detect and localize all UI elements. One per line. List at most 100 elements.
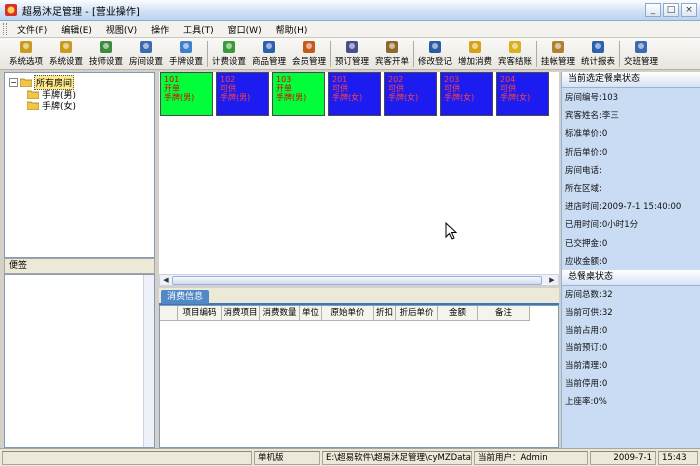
maximize-button[interactable]: □ xyxy=(663,3,679,17)
toolbar-button-label: 商品管理 xyxy=(251,57,286,67)
room-number: 102 xyxy=(220,75,236,84)
toolbar-button-6[interactable]: 商品管理 xyxy=(249,39,289,69)
note-scrollbar[interactable] xyxy=(143,275,154,447)
toolbar-button-label: 增加消费 xyxy=(457,57,492,67)
room-tile[interactable]: 203 可供 手牌(女) xyxy=(440,72,493,116)
status-data-path: E:\超易软件\超易沐足管理\cyMZData.sys xyxy=(322,451,472,465)
room-status-field: 房间电话: xyxy=(565,165,602,176)
column-header[interactable]: 消费数量 xyxy=(260,306,300,321)
room-status: 可供 xyxy=(388,84,404,93)
status-user: 当前用户：Admin xyxy=(474,451,588,465)
room-type: 手牌(男) xyxy=(220,93,251,102)
room-type: 手牌(男) xyxy=(164,93,195,102)
room-status: 可供 xyxy=(444,84,460,93)
scroll-thumb[interactable] xyxy=(172,276,542,285)
tree-root[interactable]: − 所有房间 xyxy=(9,74,75,90)
tab-consumption[interactable]: 消费信息 xyxy=(161,290,210,304)
room-tile[interactable]: 201 可供 手牌(女) xyxy=(328,72,381,116)
minimize-button[interactable]: _ xyxy=(645,3,661,17)
column-header[interactable]: 原始单价 xyxy=(322,306,374,321)
menu-operation[interactable]: 操作 xyxy=(145,23,177,36)
rooms-area: 204 可供 手牌(女) 203 可供 手牌(女) 202 可供 手牌(女) 201 可供 手牌(女)… xyxy=(159,72,559,286)
toolbar-button-7[interactable]: 会员管理 xyxy=(289,39,329,69)
toolbar-button-11[interactable]: 增加消费 xyxy=(455,39,495,69)
toolbar-button-14[interactable]: 统计报表 xyxy=(578,39,618,69)
column-header[interactable]: 备注 xyxy=(478,306,530,321)
overall-status-field: 当前可供:32 xyxy=(565,307,613,318)
toolbar-button-2[interactable]: 技师设置 xyxy=(86,39,126,69)
column-header[interactable]: 单位 xyxy=(300,306,322,321)
toolbar-button-10[interactable]: 修改登记 xyxy=(415,39,455,69)
toolbar-separator xyxy=(536,41,537,67)
key-icon xyxy=(20,41,32,53)
menu-window[interactable]: 窗口(W) xyxy=(222,23,270,36)
menu-help[interactable]: 帮助(H) xyxy=(270,23,316,36)
room-status-field: 应收金额:0 xyxy=(565,256,608,267)
toolbar-button-13[interactable]: 挂帐管理 xyxy=(538,39,578,69)
note-textarea[interactable] xyxy=(4,274,155,448)
room-number: 204 xyxy=(500,75,516,84)
toolbar-separator xyxy=(330,41,331,67)
title-bar: 超易沐足管理 - [营业操作] _ □ × xyxy=(0,0,700,21)
toolbar-button-5[interactable]: 计费设置 xyxy=(209,39,249,69)
room-status-field: 房间编号:103 xyxy=(565,93,619,103)
member-icon xyxy=(303,41,315,53)
room-status: 可供 xyxy=(220,84,236,93)
room-tile[interactable]: 103 开单 手牌(男) xyxy=(272,72,325,116)
toolbar-button-15[interactable]: 交班管理 xyxy=(621,39,661,69)
toolbar-button-12[interactable]: 宾客结账 xyxy=(495,39,535,69)
folder-icon xyxy=(20,78,32,87)
toolbar-button-3[interactable]: 房间设置 xyxy=(126,39,166,69)
menu-view[interactable]: 视图(V) xyxy=(100,23,145,36)
room-tile[interactable]: 101 开单 手牌(男) xyxy=(160,72,213,116)
rooms-hscrollbar[interactable]: ◀ ▶ xyxy=(159,274,559,286)
toolbar-button-label: 计费设置 xyxy=(211,57,246,67)
scroll-right-icon[interactable]: ▶ xyxy=(547,276,557,284)
grid-header: 项目编码 消费项目 消费数量 单位 原始单价 折扣 折后单价 金额 备注 xyxy=(160,306,530,321)
close-button[interactable]: × xyxy=(681,3,697,17)
toolbar-button-0[interactable]: 系统选项 xyxy=(6,39,46,69)
toolbar-button-label: 宾客结账 xyxy=(497,57,532,67)
box-icon xyxy=(386,41,398,53)
menu-tools[interactable]: 工具(T) xyxy=(177,23,222,36)
column-header[interactable]: 折后单价 xyxy=(396,306,438,321)
room-type: 手牌(女) xyxy=(500,93,531,102)
toolbar-button-9[interactable]: 宾客开单 xyxy=(372,39,412,69)
scroll-left-icon[interactable]: ◀ xyxy=(161,276,171,284)
room-tile[interactable]: 204 可供 手牌(女) xyxy=(496,72,549,116)
toolbar-button-label: 房间设置 xyxy=(128,57,163,67)
edit-user-icon xyxy=(429,41,441,53)
app-icon xyxy=(5,4,17,16)
menu-bar: 文件(F) 编辑(E) 视图(V) 操作 工具(T) 窗口(W) 帮助(H) xyxy=(0,21,700,38)
main-toolbar: 系统选项 系统设置 技师设置 房间设置 手牌设置 计费设置 商品管理 会员管理 预订管理 宾客开单… xyxy=(0,38,700,70)
phone-icon xyxy=(346,41,358,53)
column-header[interactable]: 折扣 xyxy=(374,306,396,321)
column-header[interactable]: 金额 xyxy=(438,306,478,321)
room-number: 201 xyxy=(332,75,348,84)
toolbar-button-8[interactable]: 预订管理 xyxy=(332,39,372,69)
room-status: 开单 xyxy=(164,84,180,93)
room-status-field: 已用时间:0小时1分 xyxy=(565,220,639,231)
column-header[interactable]: 消费项目 xyxy=(222,306,260,321)
current-status-title: 当前选定餐桌状态 xyxy=(562,72,700,88)
toolbar-button-label: 预订管理 xyxy=(334,57,369,67)
collapse-icon[interactable]: − xyxy=(9,77,18,87)
menu-file[interactable]: 文件(F) xyxy=(11,23,55,36)
menu-edit[interactable]: 编辑(E) xyxy=(55,23,100,36)
toolbar-button-label: 交班管理 xyxy=(623,57,658,67)
menu-grip[interactable] xyxy=(3,23,7,35)
room-number: 101 xyxy=(164,75,180,84)
toolbar-button-4[interactable]: 手牌设置 xyxy=(166,39,206,69)
consumption-grid[interactable]: 项目编码 消费项目 消费数量 单位 原始单价 折扣 折后单价 金额 备注 xyxy=(159,305,559,448)
key-icon xyxy=(60,41,72,53)
room-tile[interactable]: 102 可供 手牌(男) xyxy=(216,72,269,116)
overall-status-field: 当前清理:0 xyxy=(565,361,608,372)
toolbar-separator xyxy=(619,41,620,67)
toolbar-button-1[interactable]: 系统设置 xyxy=(46,39,86,69)
room-status: 可供 xyxy=(332,84,348,93)
room-tile[interactable]: 202 可供 手牌(女) xyxy=(384,72,437,116)
overall-status-field: 上座率:0% xyxy=(565,396,607,407)
overall-status-field: 当前预订:0 xyxy=(565,343,608,354)
column-header[interactable]: 项目编码 xyxy=(178,306,222,321)
tree-item-female[interactable]: 手牌(女) xyxy=(27,99,76,112)
